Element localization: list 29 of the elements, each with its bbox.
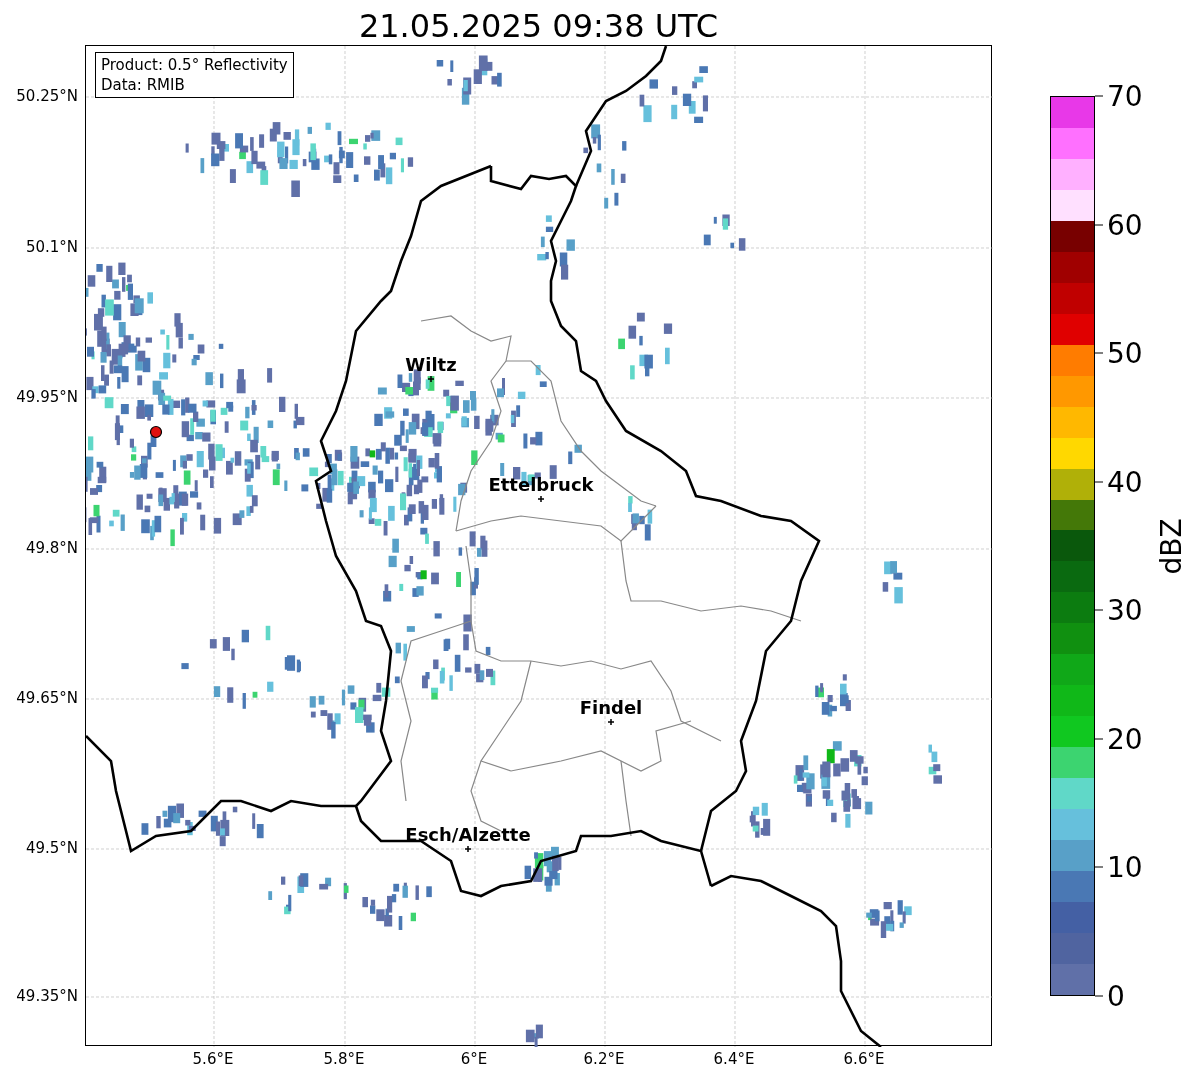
- y-tick-label: 49.95°N: [16, 388, 78, 406]
- colorbar-tick-label: 60: [1107, 208, 1143, 242]
- legend-text: Product: 0.5° Reflectivity: [101, 55, 288, 75]
- y-tick-label: 50.25°N: [16, 87, 78, 105]
- y-tick-label: 49.65°N: [16, 689, 78, 707]
- colorbar-tick-label: 10: [1107, 850, 1143, 884]
- city-label: Wiltz: [405, 354, 457, 375]
- x-tick-label: 6.4°E: [713, 1050, 755, 1068]
- y-tick-label: 49.35°N: [16, 987, 78, 1005]
- x-tick-label: 5.6°E: [192, 1050, 234, 1068]
- y-tick-label: 49.5°N: [25, 839, 78, 857]
- colorbar-tick-label: 0: [1107, 979, 1125, 1013]
- legend-text: Data: RMIB: [101, 75, 186, 95]
- city-label: Esch/Alzette: [405, 824, 531, 845]
- colorbar-tick-label: 50: [1107, 336, 1143, 370]
- colorbar-label: dBZ: [1154, 518, 1184, 575]
- x-tick-label: 6.6°E: [843, 1050, 885, 1068]
- x-tick-label: 6.2°E: [583, 1050, 625, 1068]
- x-tick-label: 6°E: [460, 1050, 488, 1068]
- colorbar-tick-label: 30: [1107, 593, 1143, 627]
- colorbar-tick-label: 40: [1107, 465, 1143, 499]
- x-tick-label: 5.8°E: [323, 1050, 365, 1068]
- y-tick-label: 50.1°N: [25, 238, 78, 256]
- city-label: Ettelbruck: [488, 474, 594, 495]
- colorbar-tick-label: 20: [1107, 722, 1143, 756]
- colorbar-tick-label: 70: [1107, 79, 1143, 113]
- y-tick-label: 49.8°N: [25, 539, 78, 557]
- city-label: Findel: [579, 697, 643, 718]
- chart-title: 21.05.2025 09:38 UTC: [357, 6, 720, 46]
